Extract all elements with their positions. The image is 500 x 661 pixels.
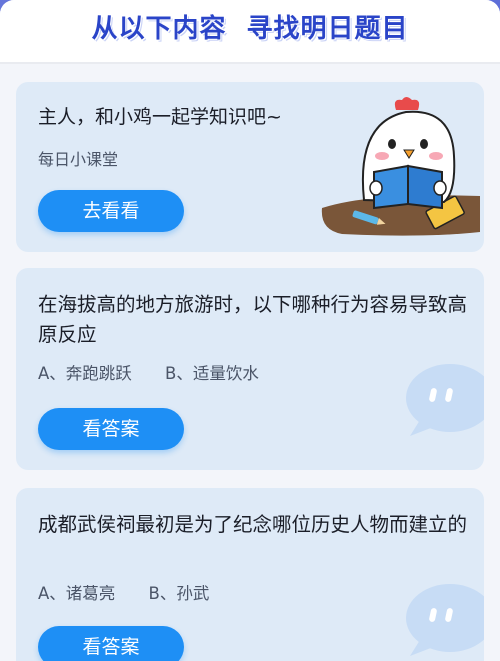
question-card: 在海拔高的地方旅游时，以下哪种行为容易导致高原反应 A、奔跑跳跃 B、适量饮水 … bbox=[16, 268, 484, 470]
question-text: 在海拔高的地方旅游时，以下哪种行为容易导致高原反应 bbox=[38, 293, 468, 346]
answer-options: A、诸葛亮 B、孙武 bbox=[38, 580, 237, 604]
view-answer-button[interactable]: 看答案 bbox=[38, 626, 184, 661]
go-see-button[interactable]: 去看看 bbox=[38, 190, 184, 232]
question-card: 成都武侯祠最初是为了纪念哪位历史人物而建立的 A、诸葛亮 B、孙武 看答案 bbox=[16, 488, 484, 661]
daily-lesson-card: 主人，和小鸡一起学知识吧~ 每日小课堂 去看看 bbox=[16, 82, 484, 252]
answer-options: A、奔跑跳跃 B、适量饮水 bbox=[38, 360, 287, 384]
page-header: 从以下内容 寻找明日题目 bbox=[0, 0, 500, 62]
question-text: 成都武侯祠最初是为了纪念哪位历史人物而建立的 bbox=[38, 513, 468, 536]
content-panel: 从以下内容 寻找明日题目 主人，和小鸡一起学知识吧~ 每日小课堂 去看看 在海拔… bbox=[0, 0, 500, 661]
lesson-subtitle: 每日小课堂 bbox=[38, 150, 119, 169]
quote-bubble-icon bbox=[406, 584, 484, 656]
chick-reading-illustration bbox=[321, 97, 480, 236]
lesson-title: 主人，和小鸡一起学知识吧~ bbox=[38, 106, 282, 128]
page-title-right: 寻找明日题目 bbox=[246, 14, 409, 44]
page-title: 从以下内容 寻找明日题目 bbox=[0, 8, 500, 45]
view-answer-button[interactable]: 看答案 bbox=[38, 408, 184, 450]
option-a: A、奔跑跳跃 bbox=[38, 364, 132, 383]
quote-bubble-icon bbox=[406, 364, 484, 436]
option-a: A、诸葛亮 bbox=[38, 584, 116, 603]
option-b: B、孙武 bbox=[148, 584, 210, 603]
page-title-left: 从以下内容 bbox=[91, 14, 227, 44]
option-b: B、适量饮水 bbox=[165, 364, 259, 383]
